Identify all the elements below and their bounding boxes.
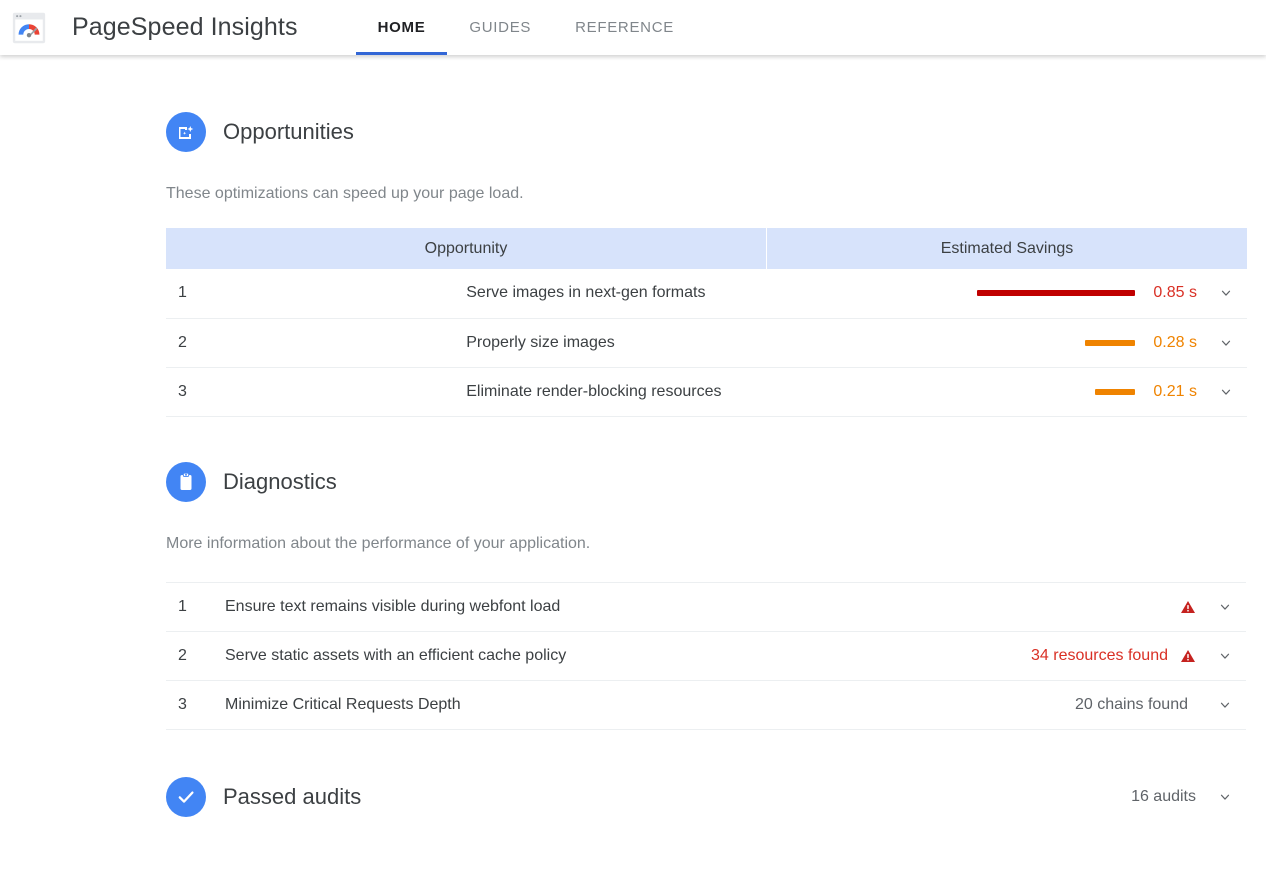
opportunity-row-index: 2 (166, 318, 466, 367)
clipboard-icon (166, 462, 206, 502)
savings-bar (1085, 340, 1135, 346)
chevron-down-icon[interactable] (1218, 600, 1232, 614)
table-row[interactable]: 2 Properly size images 0.28 s (166, 318, 1247, 367)
column-header-opportunity: Opportunity (166, 228, 767, 269)
diagnostics-title: Diagnostics (223, 469, 337, 495)
chevron-down-icon[interactable] (1218, 649, 1232, 663)
opportunities-title: Opportunities (223, 119, 354, 145)
savings-bar (977, 290, 1135, 296)
savings-value: 0.85 s (1151, 284, 1197, 302)
brand: PageSpeed Insights (0, 9, 298, 47)
chevron-down-icon[interactable] (1219, 336, 1233, 350)
opportunity-image-sparkle-icon (166, 112, 206, 152)
table-row[interactable]: 1 Serve images in next-gen formats 0.85 … (166, 269, 1247, 318)
passed-audits-header[interactable]: Passed audits 16 audits (166, 777, 1246, 817)
savings-bar (1095, 389, 1135, 395)
savings-value: 0.21 s (1151, 383, 1197, 401)
diagnostics-table: 1 Ensure text remains visible during web… (166, 582, 1246, 730)
opportunity-row-savings-cell: 0.85 s (767, 269, 1248, 318)
opportunity-row-savings-cell: 0.21 s (767, 367, 1248, 416)
diagnostic-row-title: Serve static assets with an efficient ca… (225, 631, 766, 680)
chevron-down-icon[interactable] (1218, 790, 1232, 804)
table-row[interactable]: 2 Serve static assets with an efficient … (166, 631, 1246, 680)
opportunities-section-header: Opportunities (166, 112, 1246, 152)
diagnostic-row-index: 3 (166, 680, 225, 729)
opportunities-table: Opportunity Estimated Savings 1 Serve im… (166, 228, 1247, 417)
opportunity-row-title: Eliminate render-blocking resources (466, 367, 766, 416)
diagnostics-section-header: Diagnostics (166, 462, 1246, 502)
savings-value: 0.28 s (1151, 334, 1197, 352)
tab-home[interactable]: HOME (356, 0, 448, 55)
opportunities-table-header-row: Opportunity Estimated Savings (166, 228, 1247, 269)
table-row[interactable]: 1 Ensure text remains visible during web… (166, 582, 1246, 631)
warning-triangle-icon (1180, 648, 1196, 664)
pagespeed-gauge-logo-icon (10, 9, 48, 47)
opportunity-row-savings-cell: 0.28 s (767, 318, 1248, 367)
diagnostic-value: 20 chains found (1075, 696, 1188, 714)
opportunity-row-title: Properly size images (466, 318, 766, 367)
tab-guides[interactable]: GUIDES (447, 0, 553, 55)
table-row[interactable]: 3 Eliminate render-blocking resources 0.… (166, 367, 1247, 416)
chevron-down-icon[interactable] (1219, 286, 1233, 300)
table-row[interactable]: 3 Minimize Critical Requests Depth 20 ch… (166, 680, 1246, 729)
page-body: Opportunities These optimizations can sp… (0, 112, 1266, 817)
opportunity-row-index: 3 (166, 367, 466, 416)
diagnostic-row-title: Ensure text remains visible during webfo… (225, 582, 766, 631)
diagnostic-row-index: 1 (166, 582, 225, 631)
diagnostic-row-title: Minimize Critical Requests Depth (225, 680, 766, 729)
diagnostic-row-value-cell: 20 chains found (766, 680, 1246, 729)
check-circle-icon (166, 777, 206, 817)
diagnostic-value: 34 resources found (1031, 647, 1168, 665)
warning-triangle-icon (1180, 599, 1196, 615)
passed-audits-title: Passed audits (223, 784, 361, 810)
app-title: PageSpeed Insights (72, 13, 298, 42)
chevron-down-icon[interactable] (1218, 698, 1232, 712)
opportunity-row-title: Serve images in next-gen formats (466, 269, 766, 318)
opportunity-row-index: 1 (166, 269, 466, 318)
chevron-down-icon[interactable] (1219, 385, 1233, 399)
tab-reference[interactable]: REFERENCE (553, 0, 696, 55)
app-header: PageSpeed Insights HOME GUIDES REFERENCE (0, 0, 1266, 55)
main-nav-tabs: HOME GUIDES REFERENCE (356, 0, 696, 55)
column-header-estimated-savings: Estimated Savings (767, 228, 1248, 269)
diagnostic-row-value-cell: 34 resources found (766, 631, 1246, 680)
diagnostics-description: More information about the performance o… (166, 535, 1246, 553)
diagnostic-row-value-cell (766, 582, 1246, 631)
opportunities-description: These optimizations can speed up your pa… (166, 185, 1246, 203)
diagnostic-row-index: 2 (166, 631, 225, 680)
passed-audits-meta: 16 audits (1131, 788, 1246, 806)
passed-audits-count: 16 audits (1131, 788, 1196, 806)
